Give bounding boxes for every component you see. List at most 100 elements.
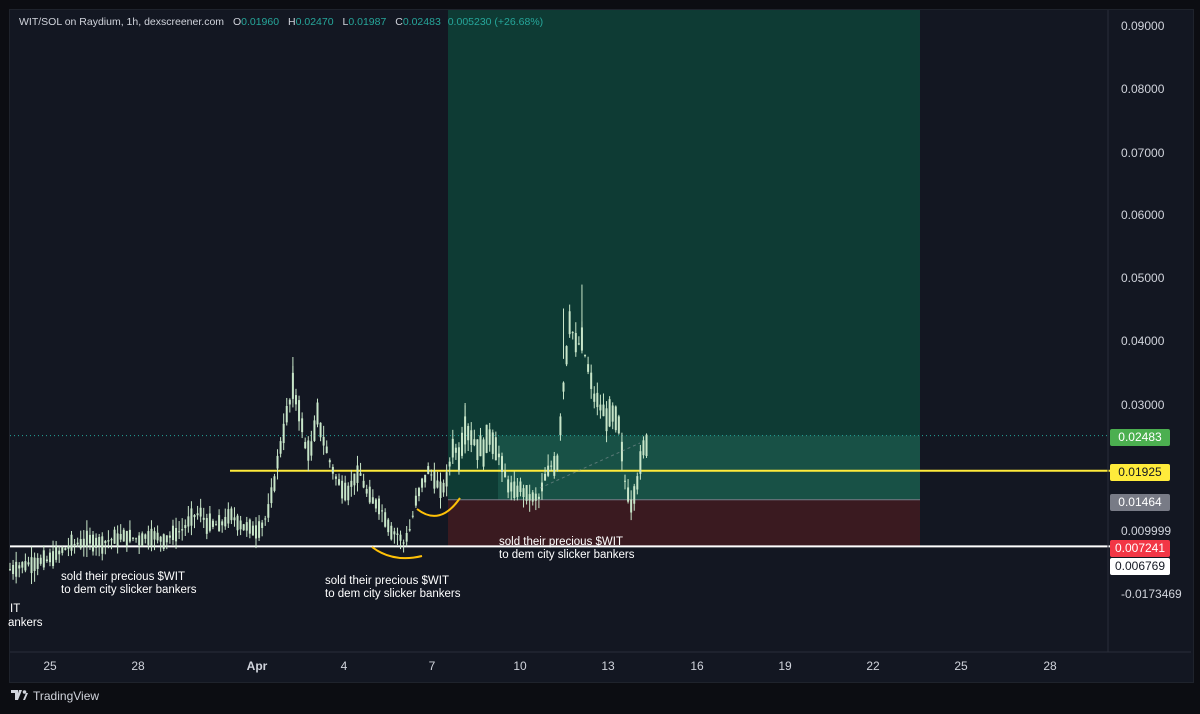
open-pnl-zone <box>498 435 920 500</box>
candle-body <box>122 529 125 542</box>
candle-body <box>497 453 500 458</box>
candle-body <box>501 456 503 472</box>
candle-body <box>171 525 174 541</box>
low-value: 0.01987 <box>348 16 387 28</box>
candle-body <box>627 487 630 502</box>
candle-body <box>319 422 322 438</box>
candle-body <box>165 535 168 543</box>
y-tick-label: 0.009999 <box>1121 524 1172 538</box>
candle-body <box>236 515 239 531</box>
candle-body <box>504 471 507 478</box>
candle-body <box>599 404 602 411</box>
candle-body <box>402 542 405 544</box>
candle-body <box>620 441 623 462</box>
candle-body <box>574 333 577 353</box>
candle-body <box>439 481 442 498</box>
candle-body <box>473 439 476 446</box>
candle-body <box>602 404 605 417</box>
x-tick-label: 19 <box>778 659 792 673</box>
candle-body <box>304 441 307 449</box>
candle-body <box>482 439 485 467</box>
candle-body <box>92 534 95 552</box>
candle-body <box>301 418 304 433</box>
candle-body <box>175 527 178 542</box>
y-tick-label: 0.03000 <box>1121 398 1165 412</box>
candle-body <box>73 543 76 545</box>
candle-body <box>316 402 319 425</box>
candle-body <box>445 472 448 487</box>
candle-body <box>427 466 430 475</box>
x-tick-label: 22 <box>866 659 880 673</box>
candle-body <box>184 525 187 529</box>
candle-body <box>328 460 331 463</box>
high-value: 0.02470 <box>295 16 334 28</box>
candle-body <box>630 499 633 513</box>
annotation-fragment: ankers <box>8 617 43 629</box>
brand-label: TradingView <box>33 689 100 703</box>
candle-body <box>448 461 451 467</box>
candle-body <box>605 408 608 432</box>
price-tag-entry: 0.01464 <box>1110 494 1170 511</box>
candle-body <box>408 529 411 531</box>
open-value: 0.01960 <box>241 16 280 28</box>
candle-body <box>617 416 620 434</box>
annotation-line: to dem city slicker bankers <box>325 588 461 600</box>
candle-body <box>491 432 494 454</box>
candle-body <box>399 534 402 541</box>
candle-body <box>279 441 282 454</box>
candle-body <box>276 455 279 469</box>
candle-body <box>442 482 445 493</box>
candle-body <box>568 311 571 335</box>
candle-body <box>58 550 61 555</box>
candle-body <box>144 534 147 539</box>
candle-body <box>298 400 301 422</box>
candle-body <box>132 537 134 539</box>
candle-body <box>45 559 48 562</box>
x-tick-label: 10 <box>513 659 527 673</box>
candle-body <box>221 521 224 526</box>
candle-body <box>353 473 356 486</box>
y-tick-label: 0.05000 <box>1121 271 1165 285</box>
candle-body <box>55 546 58 560</box>
annotation-line: sold their precious $WIT <box>499 536 623 548</box>
candle-body <box>307 440 310 461</box>
y-tick-label: 0.07000 <box>1121 146 1165 160</box>
candle-body <box>371 497 374 504</box>
candle-body <box>393 531 396 535</box>
candle-body <box>417 488 420 497</box>
candle-body <box>270 487 273 504</box>
candle-body <box>571 332 574 334</box>
candle-body <box>513 481 516 499</box>
x-tick-label: 25 <box>43 659 57 673</box>
candle-body <box>322 436 325 446</box>
candle-body <box>21 562 24 568</box>
candle-body <box>645 434 648 456</box>
candle-body <box>24 561 27 571</box>
candle-body <box>190 508 193 526</box>
y-tick-label: 0.08000 <box>1121 82 1165 96</box>
candle-body <box>365 488 368 494</box>
profit-zone <box>448 10 920 500</box>
candle-body <box>227 509 230 524</box>
candle-body <box>461 432 464 456</box>
candle-body <box>421 478 424 488</box>
candle-body <box>611 405 614 422</box>
candle-body <box>162 534 165 549</box>
tradingview-logo-icon <box>11 689 28 703</box>
candle-body <box>374 499 377 509</box>
candle-body <box>285 405 288 423</box>
candle-body <box>577 343 580 345</box>
tradingview-brand[interactable]: TradingView <box>11 689 99 703</box>
candle-body <box>347 485 350 501</box>
candle-body <box>534 493 537 501</box>
candle-body <box>359 473 362 476</box>
chart-plot[interactable] <box>0 0 1200 714</box>
candle-body <box>368 486 371 503</box>
candle-body <box>101 536 104 554</box>
candle-body <box>590 372 593 389</box>
candle-body <box>193 514 196 518</box>
candle-body <box>507 479 510 493</box>
candle-body <box>457 447 460 471</box>
annotation-note: sold their precious $WIT to dem city sli… <box>499 536 635 562</box>
candle-body <box>52 551 55 566</box>
